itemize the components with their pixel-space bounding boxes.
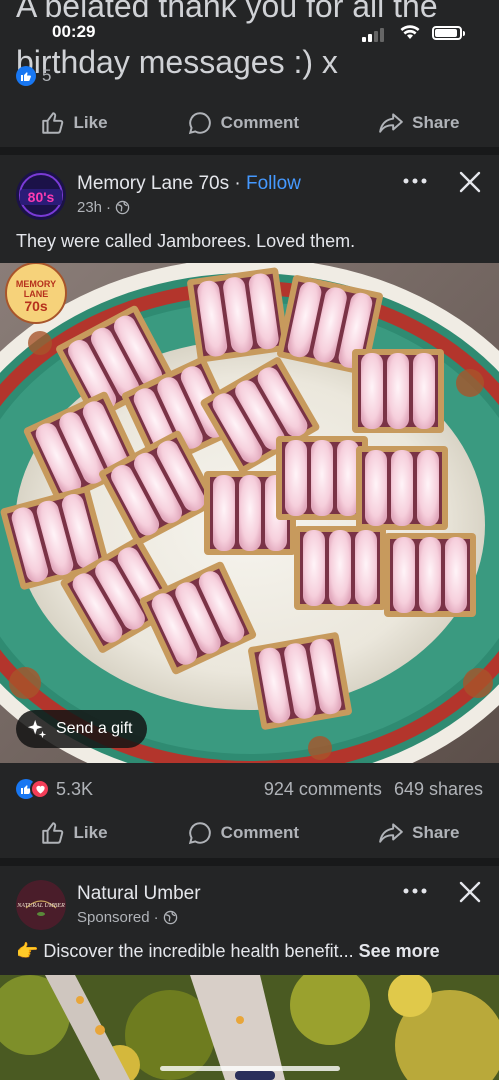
cellular-signal-icon (362, 28, 384, 42)
share-label: Share (412, 823, 460, 842)
more-options-icon[interactable] (400, 170, 430, 190)
meta-separator: · (106, 199, 112, 216)
sponsored-meta: Sponsored · (77, 909, 178, 926)
sponsored-label[interactable]: Sponsored (77, 909, 150, 926)
sponsored-post-header: NATURAL UMBER Natural Umber Sponsored · (0, 880, 499, 940)
love-reaction-icon (30, 779, 50, 799)
share-label: Share (412, 113, 460, 132)
svg-text:70s: 70s (24, 298, 48, 314)
see-more-link[interactable]: See more (359, 941, 440, 961)
previous-post-reactions[interactable]: 5 (16, 66, 51, 86)
comments-count[interactable]: 924 comments (264, 779, 382, 800)
share-button[interactable]: Share (378, 110, 459, 136)
comment-button[interactable]: Comment (187, 820, 299, 846)
like-label: Like (73, 823, 108, 842)
like-button[interactable]: Like (40, 820, 108, 846)
page-avatar[interactable]: 80's (16, 170, 66, 220)
share-icon (379, 113, 403, 133)
comment-icon (188, 822, 211, 845)
memory-lane-watermark: MEMORY LANE 70s (5, 263, 67, 324)
sponsored-body: Discover the incredible health benefit..… (38, 941, 359, 961)
battery-icon (432, 26, 465, 40)
post-meta: 23h · (77, 199, 130, 216)
home-indicator[interactable] (160, 1066, 340, 1071)
sponsored-image[interactable] (0, 975, 499, 1080)
pointing-hand-icon: 👉 (16, 941, 39, 961)
meta-separator: · (153, 909, 159, 926)
post-header: 80's Memory Lane 70s · Follow 23h · (0, 170, 499, 230)
reaction-count[interactable]: 5.3K (56, 779, 93, 800)
post-stats: 5.3K 924 comments 649 shares (16, 777, 483, 801)
like-button[interactable]: Like (40, 110, 108, 136)
thumbs-up-icon (41, 822, 63, 844)
page-name-row: Memory Lane 70s · Follow (77, 173, 301, 195)
wifi-icon (400, 25, 420, 39)
send-gift-label: Send a gift (56, 720, 133, 737)
svg-text:80's: 80's (28, 189, 55, 205)
like-reaction-icon (16, 66, 36, 86)
comment-icon (188, 112, 211, 135)
previous-post-action-bar: Like Comment Share (0, 101, 499, 145)
status-bar: 00:29 (0, 20, 499, 48)
share-button[interactable]: Share (378, 820, 459, 846)
comment-label: Comment (220, 823, 300, 842)
comment-label: Comment (220, 113, 300, 132)
svg-text:MEMORY: MEMORY (16, 279, 56, 289)
shares-count[interactable]: 649 shares (394, 779, 483, 800)
post-action-bar: Like Comment Share (0, 811, 499, 855)
thumbs-up-icon (41, 112, 63, 134)
status-time: 00:29 (52, 22, 96, 41)
like-label: Like (73, 113, 108, 132)
sponsor-name[interactable]: Natural Umber (77, 883, 201, 905)
gift-sparkle-icon (27, 719, 47, 739)
post-image[interactable]: MEMORY LANE 70s (0, 263, 499, 763)
sponsor-avatar[interactable]: NATURAL UMBER (16, 880, 66, 930)
globe-icon (115, 200, 130, 215)
feed-divider (0, 147, 499, 155)
post-time[interactable]: 23h (77, 199, 102, 216)
close-icon[interactable] (458, 880, 482, 904)
svg-text:NATURAL UMBER: NATURAL UMBER (16, 903, 65, 909)
name-separator: · (229, 173, 246, 194)
previous-post-reaction-count: 5 (42, 66, 52, 85)
share-icon (379, 823, 403, 843)
comment-button[interactable]: Comment (187, 110, 299, 136)
post-text: They were called Jamborees. Loved them. (16, 231, 356, 251)
sponsored-text: 👉 Discover the incredible health benefit… (16, 941, 440, 962)
page-name[interactable]: Memory Lane 70s (77, 173, 229, 194)
follow-button[interactable]: Follow (246, 173, 301, 194)
more-options-icon[interactable] (400, 880, 430, 900)
close-icon[interactable] (458, 170, 482, 194)
globe-icon (163, 910, 177, 925)
send-gift-button[interactable]: Send a gift (16, 710, 147, 748)
feed-divider (0, 858, 499, 866)
